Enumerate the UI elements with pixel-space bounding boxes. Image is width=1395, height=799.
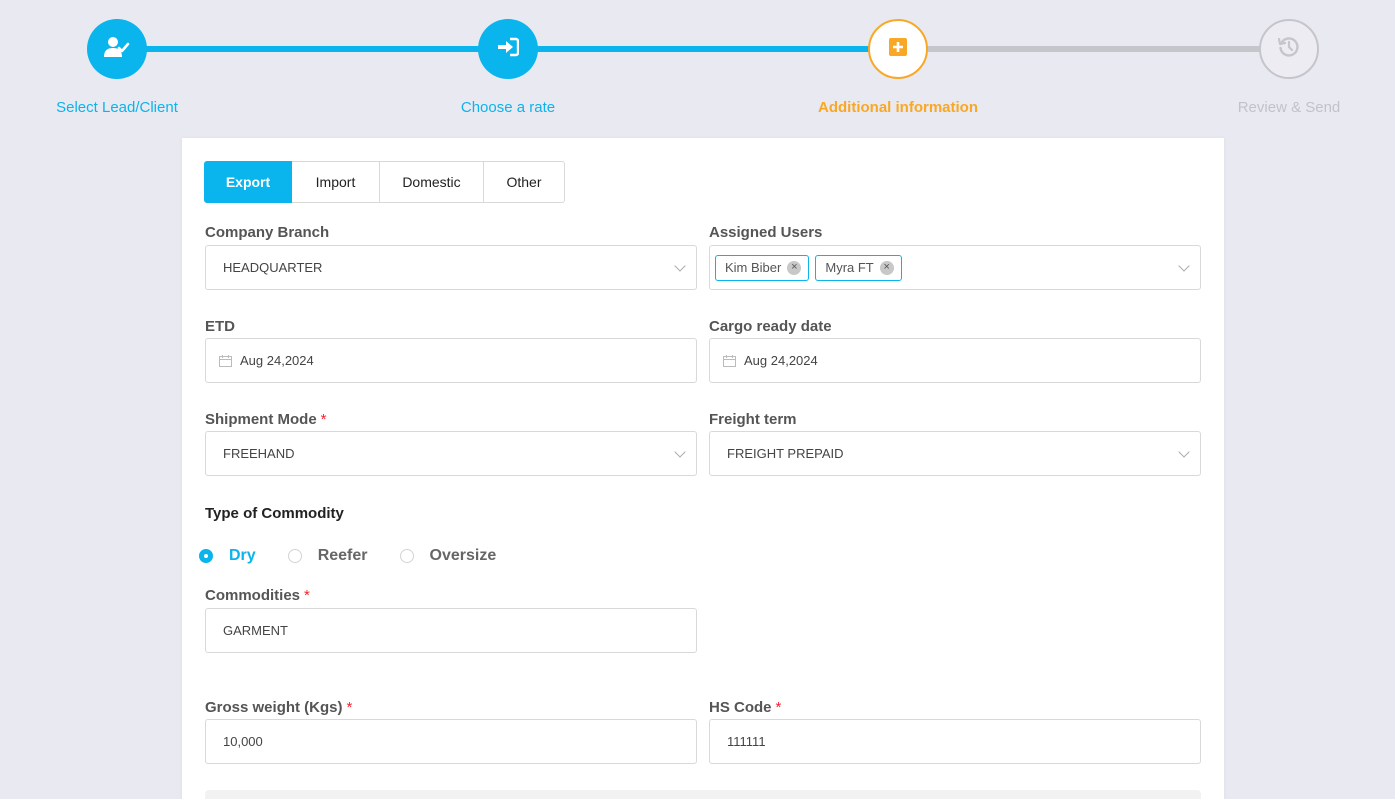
freight-term-label-text: Freight term — [709, 411, 797, 428]
assigned-users-select[interactable]: Kim Biber × Myra FT × — [709, 245, 1201, 290]
hs-code-label: HS Code * — [709, 699, 781, 716]
chevron-down-icon — [674, 445, 686, 458]
cargo-ready-date-label-text: Cargo ready date — [709, 318, 832, 335]
sign-in-icon — [497, 37, 520, 62]
remove-tag-icon[interactable]: × — [787, 260, 802, 275]
user-tag: Kim Biber × — [715, 254, 810, 281]
shipment-mode-label-text: Shipment Mode — [205, 411, 317, 428]
company-branch-label: Company Branch — [205, 224, 329, 241]
radio-oversize[interactable]: Oversize — [399, 547, 497, 565]
shipment-mode-select[interactable]: FREEHAND — [205, 431, 697, 476]
etd-value: Aug 24,2024 — [240, 353, 314, 368]
step-4-label[interactable]: Review & Send — [1179, 99, 1395, 116]
user-check-icon — [104, 36, 130, 63]
company-branch-value: HEADQUARTER — [223, 260, 323, 275]
tab-other[interactable]: Other — [484, 161, 565, 203]
user-tag-label: Myra FT — [825, 260, 874, 275]
cargo-ready-date-label: Cargo ready date — [709, 318, 832, 335]
chevron-down-icon — [1178, 259, 1190, 272]
etd-date-picker[interactable]: Aug 24,2024 — [205, 338, 697, 383]
step-2-circle[interactable] — [478, 19, 538, 79]
company-branch-label-text: Company Branch — [205, 224, 330, 241]
radio-dry[interactable]: Dry — [199, 547, 256, 565]
radio-dot[interactable] — [199, 549, 213, 563]
freight-term-label: Freight term — [709, 411, 797, 428]
required-marker: * — [346, 699, 353, 716]
step-3-label[interactable]: Additional information — [788, 99, 1008, 116]
gross-weight-value: 10,000 — [223, 734, 263, 749]
user-tag: Myra FT × — [815, 254, 902, 281]
shipment-mode-label: Shipment Mode * — [205, 411, 327, 428]
history-icon — [1277, 36, 1300, 63]
hs-code-label-text: HS Code — [709, 699, 772, 716]
step-4-circle[interactable] — [1259, 19, 1319, 79]
tab-export[interactable]: Export — [204, 161, 292, 203]
step-1-label[interactable]: Select Lead/Client — [7, 99, 227, 116]
radio-oversize-label: Oversize — [429, 547, 497, 564]
step-connector-3 — [898, 46, 1289, 52]
step-connector-2 — [508, 46, 898, 52]
cargo-ready-date-picker[interactable]: Aug 24,2024 — [709, 338, 1201, 383]
calendar-icon — [723, 354, 736, 367]
commodities-input[interactable]: GARMENT — [205, 608, 697, 653]
assigned-users-label-text: Assigned Users — [709, 224, 823, 241]
shipment-mode-value: FREEHAND — [223, 446, 295, 461]
cargo-ready-date-value: Aug 24,2024 — [744, 353, 818, 368]
hs-code-value: 111111 — [727, 734, 766, 749]
assigned-users-label: Assigned Users — [709, 224, 822, 241]
radio-dry-label: Dry — [229, 547, 256, 564]
shipment-type-tabs: Export Import Domestic Other — [204, 161, 565, 203]
radio-reefer-label: Reefer — [317, 547, 368, 564]
step-2-label[interactable]: Choose a rate — [398, 99, 618, 116]
required-marker: * — [320, 411, 327, 428]
required-marker: * — [775, 699, 782, 716]
plus-square-icon — [889, 37, 907, 61]
etd-label-text: ETD — [205, 318, 235, 335]
chevron-down-icon — [1178, 445, 1190, 458]
radio-dot[interactable] — [399, 549, 414, 563]
commodities-value: GARMENT — [223, 623, 288, 638]
gross-weight-input[interactable]: 10,000 — [205, 719, 697, 764]
commodity-type-title: Type of Commodity — [205, 505, 344, 522]
calendar-icon — [219, 354, 232, 367]
radio-reefer[interactable]: Reefer — [287, 547, 368, 565]
step-3-circle[interactable] — [868, 19, 928, 79]
tab-import[interactable]: Import — [292, 161, 380, 203]
freight-term-select[interactable]: FREIGHT PREPAID — [709, 431, 1201, 476]
radio-dot[interactable] — [287, 549, 302, 563]
commodities-label: Commodities * — [205, 587, 310, 604]
step-connector-1 — [117, 46, 508, 52]
next-section-container — [205, 790, 1201, 799]
commodity-type-radio-group: Dry Reefer Oversize — [199, 547, 528, 565]
company-branch-select[interactable]: HEADQUARTER — [205, 245, 697, 290]
chevron-down-icon — [674, 259, 686, 272]
progress-stepper: Select Lead/Client Choose a rate Additio… — [0, 0, 1395, 130]
etd-label: ETD — [205, 318, 235, 335]
commodities-label-text: Commodities — [205, 587, 301, 604]
tab-domestic[interactable]: Domestic — [380, 161, 484, 203]
required-marker: * — [304, 587, 310, 604]
form-card: Export Import Domestic Other Company Bra… — [182, 138, 1224, 799]
gross-weight-label-text: Gross weight (Kgs) — [205, 699, 343, 716]
hs-code-input[interactable]: 111111 — [709, 719, 1201, 764]
freight-term-value: FREIGHT PREPAID — [727, 446, 844, 461]
gross-weight-label: Gross weight (Kgs) * — [205, 699, 352, 716]
user-tag-label: Kim Biber — [725, 260, 782, 275]
step-1-circle[interactable] — [87, 19, 147, 79]
remove-tag-icon[interactable]: × — [879, 260, 894, 275]
